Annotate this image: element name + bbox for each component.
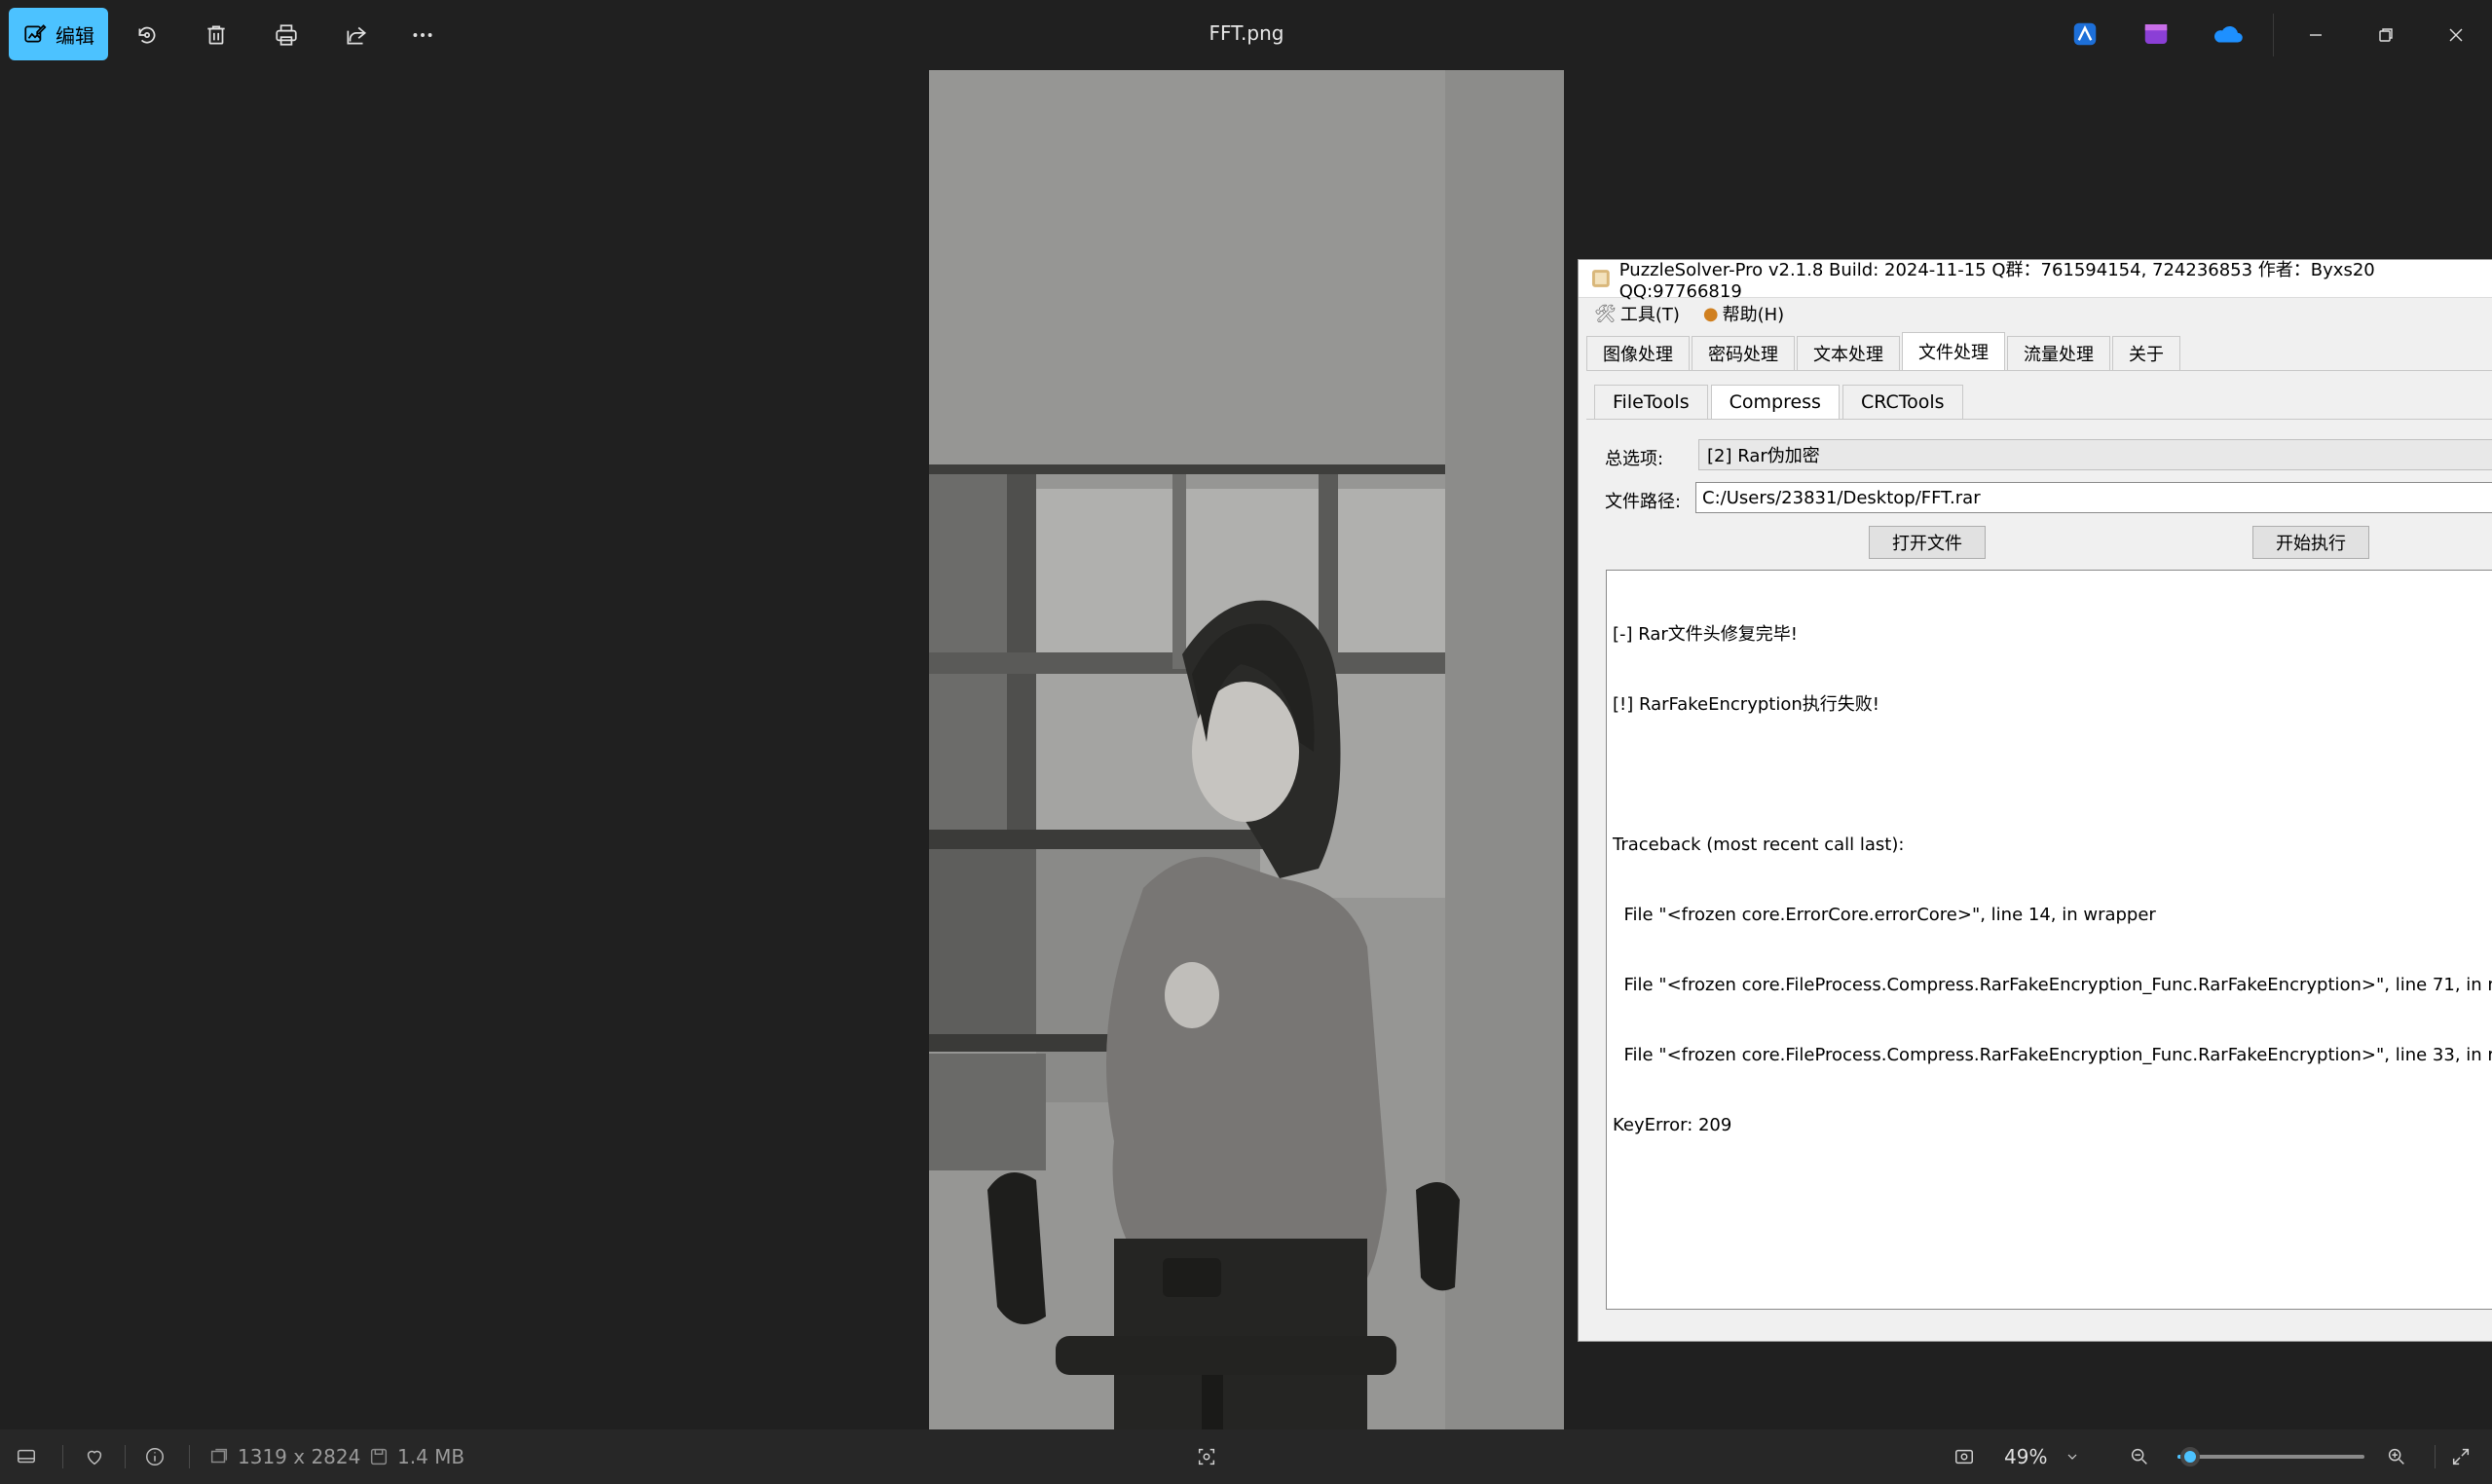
actual-size-button[interactable] [1953, 1443, 1975, 1470]
photo-image [929, 70, 1564, 1429]
top-toolbar: 编辑 FFT.png [0, 0, 2492, 70]
clipchamp-icon[interactable] [2070, 19, 2100, 49]
filmstrip-button[interactable] [16, 1443, 37, 1470]
tab-text[interactable]: 文本处理 [1797, 336, 1900, 370]
output-line: KeyError: 209 [1613, 1115, 1732, 1135]
delete-icon[interactable] [199, 18, 234, 53]
status-bar: 1319 x 2824 1.4 MB 49% [0, 1429, 2492, 1484]
image-dimensions: 1319 x 2824 [238, 1445, 361, 1468]
onedrive-icon[interactable] [2211, 19, 2244, 49]
path-label: 文件路径: [1605, 492, 1682, 512]
movie-icon[interactable] [2141, 19, 2171, 49]
edit-image-icon [24, 24, 47, 43]
menu-help-label: 帮助(H) [1722, 305, 1785, 325]
status-separator [189, 1445, 190, 1468]
chevron-down-icon [2068, 1454, 2077, 1460]
file-size: 1.4 MB [397, 1445, 465, 1468]
print-icon[interactable] [269, 18, 304, 53]
tab-file[interactable]: 文件处理 [1902, 332, 2005, 370]
share-icon[interactable] [339, 18, 374, 53]
tab-image[interactable]: 图像处理 [1586, 336, 1690, 370]
output-line: File "<frozen core.FileProcess.Compress.… [1613, 975, 2492, 995]
file-title: FFT.png [1209, 21, 1284, 45]
menu-bar: 🛠 工具(T) ● 帮助(H) [1579, 298, 2492, 329]
output-textarea[interactable]: [-] Rar文件头修复完毕! [!] RarFakeEncryption执行失… [1606, 570, 2492, 1310]
focus-icon [1198, 1448, 1215, 1465]
crop-focus-button[interactable] [1196, 1443, 1217, 1470]
output-line: File "<frozen core.FileProcess.Compress.… [1613, 1045, 2492, 1065]
restore-button[interactable] [2366, 18, 2405, 53]
edit-button-label: 编辑 [56, 23, 94, 48]
save-icon [370, 1448, 388, 1465]
subtab-divider [1586, 419, 2492, 420]
help-icon: ● [1702, 303, 1719, 324]
zoom-slider[interactable] [2177, 1447, 2364, 1466]
tools-icon: 🛠 [1594, 303, 1617, 324]
filesize-info: 1.4 MB [368, 1443, 465, 1470]
run-button[interactable]: 开始执行 [2252, 526, 2369, 559]
close-icon [2449, 28, 2463, 42]
zoom-out-button[interactable] [2129, 1443, 2150, 1470]
resolution-icon [210, 1448, 228, 1464]
main-tabs: 图像处理 密码处理 文本处理 文件处理 流量处理 关于 [1586, 332, 2182, 370]
puzzlesolver-titlebar[interactable]: PuzzleSolver-Pro v2.1.8 Build: 2024-11-1… [1579, 260, 2492, 302]
status-separator [2435, 1445, 2436, 1468]
output-line: Traceback (most recent call last): [1613, 835, 1905, 855]
more-icon[interactable] [405, 18, 440, 53]
zoom-in-icon [2388, 1448, 2404, 1465]
sub-tabs: FileTools Compress CRCTools [1594, 385, 1966, 419]
minimize-button[interactable] [2296, 18, 2335, 53]
filmstrip-icon [18, 1449, 35, 1464]
zoom-level: 49% [2004, 1445, 2048, 1468]
actual-size-icon [1955, 1449, 1973, 1465]
status-separator [125, 1445, 126, 1468]
zoom-dropdown[interactable]: 49% [2004, 1443, 2080, 1470]
status-separator [62, 1445, 63, 1468]
info-button[interactable] [144, 1443, 166, 1470]
menu-tools-label: 工具(T) [1619, 305, 1680, 325]
minimize-icon [2310, 34, 2322, 36]
toolbar-divider [2273, 14, 2274, 56]
zoom-in-button[interactable] [2386, 1443, 2407, 1470]
fullscreen-button[interactable] [2450, 1443, 2472, 1470]
option-label: 总选项: [1605, 449, 1664, 469]
output-line: [-] Rar文件头修复完毕! [1613, 624, 1799, 645]
dimensions-info: 1319 x 2824 [208, 1443, 360, 1470]
rotate-icon[interactable] [130, 18, 165, 53]
restore-icon [2379, 28, 2393, 42]
open-file-button[interactable]: 打开文件 [1869, 526, 1986, 559]
zoom-slider-thumb[interactable] [2180, 1447, 2201, 1466]
output-line: File "<frozen core.ErrorCore.errorCore>"… [1613, 905, 2156, 925]
menu-tools[interactable]: 🛠 工具(T) [1594, 301, 1680, 326]
expand-icon [2452, 1448, 2470, 1465]
menu-help[interactable]: ● 帮助(H) [1703, 301, 1784, 326]
subtab-crctools[interactable]: CRCTools [1841, 385, 1963, 419]
output-line: [!] RarFakeEncryption执行失败! [1613, 694, 1879, 715]
file-panel: FileTools Compress CRCTools 总选项: [2] Rar… [1586, 370, 2492, 1335]
heart-icon [87, 1450, 102, 1465]
subtab-compress[interactable]: Compress [1710, 385, 1840, 419]
option-select[interactable]: [2] Rar伪加密 [1698, 439, 2492, 470]
puzzlesolver-window: PuzzleSolver-Pro v2.1.8 Build: 2024-11-1… [1578, 259, 2492, 1342]
info-icon [146, 1448, 164, 1465]
edit-button[interactable]: 编辑 [9, 8, 108, 60]
tab-traffic[interactable]: 流量处理 [2007, 336, 2110, 370]
tab-password[interactable]: 密码处理 [1692, 336, 1795, 370]
photo-illustration [929, 70, 1564, 1429]
file-path-input[interactable]: C:/Users/23831/Desktop/FFT.rar [1695, 482, 2492, 513]
zoom-out-icon [2131, 1448, 2147, 1465]
close-button[interactable] [2436, 18, 2475, 53]
favorite-button[interactable] [84, 1443, 105, 1470]
tab-about[interactable]: 关于 [2112, 336, 2180, 370]
subtab-filetools[interactable]: FileTools [1594, 385, 1708, 419]
puzzle-icon [1591, 270, 1610, 287]
window-title: PuzzleSolver-Pro v2.1.8 Build: 2024-11-1… [1618, 259, 2375, 302]
